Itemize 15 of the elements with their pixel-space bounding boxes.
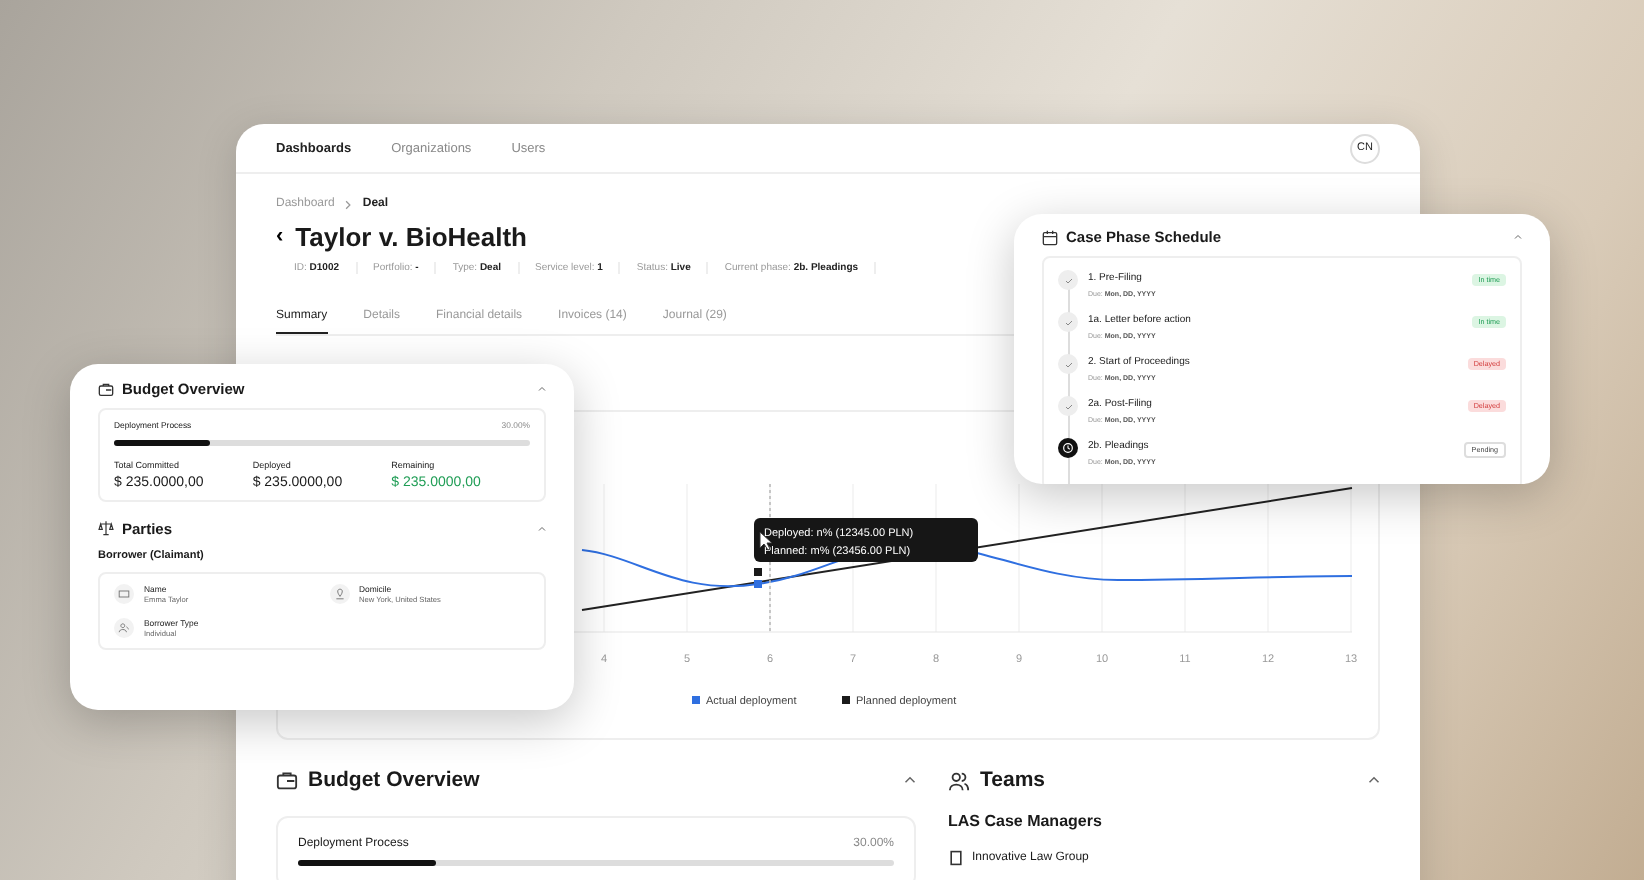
id-card-icon bbox=[114, 583, 134, 603]
calendar-icon bbox=[1042, 229, 1058, 245]
section-title: Budget Overview bbox=[308, 768, 480, 792]
collapse-icon[interactable] bbox=[904, 776, 916, 784]
team-group-title: LAS Case Managers bbox=[948, 812, 1104, 830]
wallet-icon bbox=[276, 769, 298, 791]
section-title: Teams bbox=[980, 768, 1045, 792]
wallet-icon bbox=[98, 381, 114, 397]
users-icon bbox=[948, 769, 970, 791]
scales-icon bbox=[98, 520, 114, 536]
page-title: Taylor v. BioHealth bbox=[295, 222, 527, 252]
back-button[interactable]: ‹ bbox=[276, 226, 284, 248]
collapse-icon[interactable] bbox=[1368, 776, 1380, 784]
person-icon bbox=[114, 617, 134, 637]
chevron-icon bbox=[344, 199, 353, 209]
